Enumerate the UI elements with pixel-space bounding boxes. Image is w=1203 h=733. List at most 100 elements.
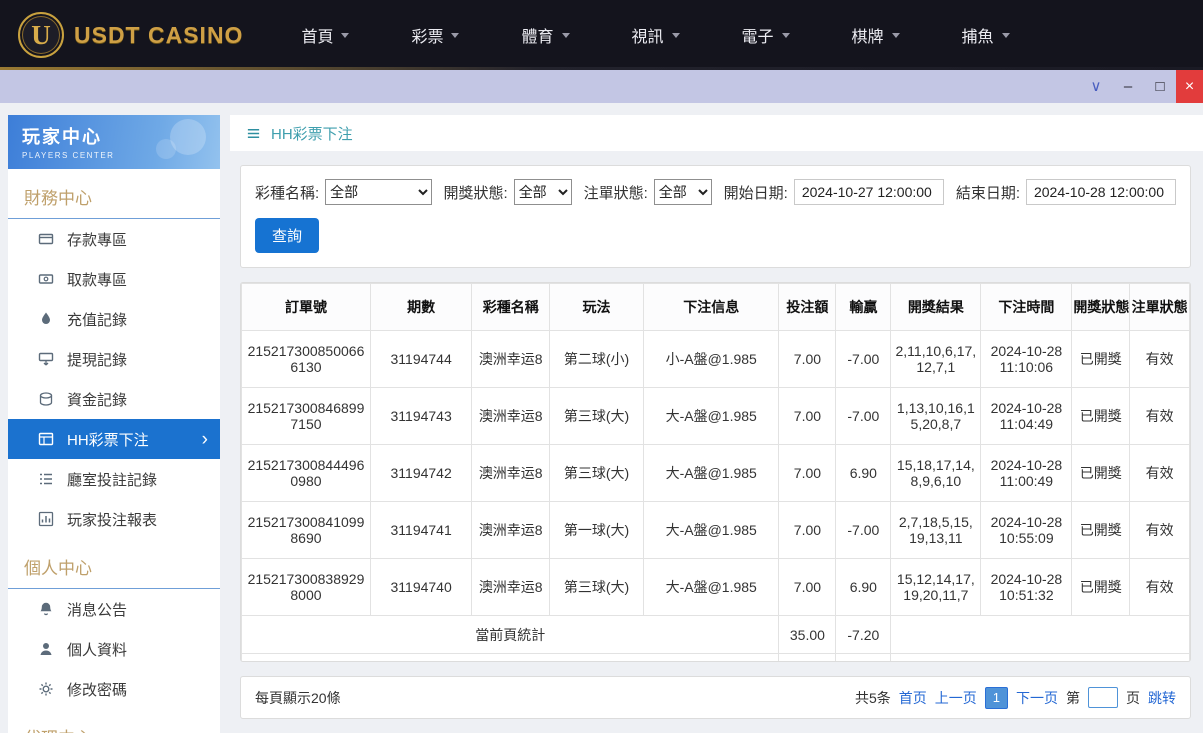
sidebar-item[interactable]: 提現記錄	[8, 339, 220, 379]
column-header: 玩法	[550, 284, 644, 331]
cell-order-no: 2152173008410998690	[242, 502, 371, 559]
summary-amount: 35.00	[779, 654, 836, 663]
sidebar-section-label: 個人中心	[8, 539, 220, 589]
sidebar-title: 玩家中心	[22, 123, 220, 149]
cell-win-loss: -7.00	[836, 502, 891, 559]
table-row: 2152173008410998690 31194741 澳洲幸运8 第一球(大…	[242, 502, 1190, 559]
summary-win-loss: -7.20	[836, 616, 891, 654]
sidebar-item[interactable]: 個人資料	[8, 629, 220, 669]
cell-bet-amount: 7.00	[779, 445, 836, 502]
top-nav: U USDT CASINO 首頁 彩票 體育	[0, 0, 1203, 70]
logo[interactable]: U USDT CASINO	[18, 12, 243, 58]
window-maximize-button[interactable]: □	[1144, 70, 1176, 103]
withdraw-icon	[38, 271, 54, 287]
cell-draw-result: 2,11,10,6,17,12,7,1	[891, 331, 981, 388]
nav-item[interactable]: 視訊	[632, 23, 680, 47]
window-minimize-button[interactable]: –	[1112, 70, 1144, 103]
cell-draw-result: 1,13,10,16,15,20,8,7	[891, 388, 981, 445]
chevron-down-icon	[672, 33, 680, 42]
cell-period: 31194743	[370, 388, 471, 445]
cell-lottery-name: 澳洲幸运8	[472, 559, 550, 616]
cell-bet-time: 2024-10-28 11:00:49	[981, 445, 1072, 502]
pagination-bar: 每頁顯示20條 共5条 首页 上一页 1 下一页 第 页 跳转	[240, 676, 1191, 719]
logo-text: USDT CASINO	[74, 22, 243, 49]
order-status-select[interactable]: 全部	[654, 179, 712, 205]
summary-win-loss: -7.20	[836, 654, 891, 663]
nav-item[interactable]: 首頁	[301, 23, 349, 47]
sidebar-item-label: 廳室投註記錄	[67, 469, 157, 490]
chevron-right-icon: ›	[202, 430, 208, 449]
sidebar-item[interactable]: HH彩票下注 ›	[8, 419, 220, 459]
cell-bet-info: 小-A盤@1.985	[643, 331, 779, 388]
sidebar-header: 玩家中心 PLAYERS CENTER	[8, 115, 220, 169]
sidebar-item[interactable]: 取款專區	[8, 259, 220, 299]
cell-draw-result: 2,7,18,5,15,19,13,11	[891, 502, 981, 559]
window-close-button[interactable]: ×	[1176, 70, 1203, 103]
cell-bet-time: 2024-10-28 10:51:32	[981, 559, 1072, 616]
menu-icon	[246, 126, 261, 141]
table-head: 訂單號 期數 彩種名稱 玩法 下注信息 投注額	[242, 284, 1190, 331]
cell-period: 31194744	[370, 331, 471, 388]
logo-monogram: U	[31, 20, 51, 51]
sidebar-item-label: 資金記錄	[67, 389, 127, 410]
cell-order-no: 2152173008468997150	[242, 388, 371, 445]
summary-empty	[891, 616, 1190, 654]
sidebar-item-label: 存款專區	[67, 229, 127, 250]
sidebar-item[interactable]: 修改密碼	[8, 669, 220, 709]
lottery-name-select[interactable]: 全部	[325, 179, 431, 205]
nav-item-label: 電子	[742, 23, 774, 47]
cell-play: 第二球(小)	[550, 331, 644, 388]
table-row: 2152173008444960980 31194742 澳洲幸运8 第三球(大…	[242, 445, 1190, 502]
window-title-bar: ∨ – □ ×	[0, 70, 1203, 103]
gear-icon	[38, 681, 54, 697]
start-date-input[interactable]	[794, 179, 944, 205]
cell-order-status: 有效	[1130, 502, 1190, 559]
sidebar-item[interactable]: 廳室投註記錄	[8, 459, 220, 499]
sidebar-item[interactable]: 消息公告	[8, 589, 220, 629]
cell-period: 31194741	[370, 502, 471, 559]
filter-row: 彩種名稱: 全部 開獎狀態: 全部 注單狀態: 全部 開始日期: 結束日期:	[255, 179, 1176, 205]
sidebar-item-label: 個人資料	[67, 639, 127, 660]
sidebar: 玩家中心 PLAYERS CENTER 財務中心存款專區取款專區充值記錄提現記錄…	[8, 115, 220, 733]
sidebar-item-label: HH彩票下注	[67, 429, 149, 450]
cell-bet-amount: 7.00	[779, 502, 836, 559]
nav-item[interactable]: 體育	[521, 23, 569, 47]
window-collapse-button[interactable]: ∨	[1080, 70, 1112, 103]
next-page-link[interactable]: 下一页	[1016, 688, 1058, 708]
main-nav: 首頁 彩票 體育 視訊 電子	[301, 23, 1009, 47]
nav-item-label: 視訊	[632, 23, 664, 47]
sidebar-item-label: 消息公告	[67, 599, 127, 620]
sidebar-section-label: 財務中心	[8, 169, 220, 219]
sidebar-menu: 財務中心存款專區取款專區充值記錄提現記錄資金記錄 HH彩票下注 › 廳室投註記錄玩家投…	[8, 169, 220, 733]
bell-icon	[38, 601, 54, 617]
summary-label: 總統計	[242, 654, 779, 663]
column-header: 輸贏	[836, 284, 891, 331]
table-row: 2152173008389298000 31194740 澳洲幸运8 第三球(大…	[242, 559, 1190, 616]
sidebar-item[interactable]: 存款專區	[8, 219, 220, 259]
first-page-link[interactable]: 首页	[899, 688, 927, 708]
nav-item[interactable]: 棋牌	[852, 23, 900, 47]
nav-item[interactable]: 電子	[742, 23, 790, 47]
bets-table-panel: 訂單號 期數 彩種名稱 玩法 下注信息 投注額	[240, 282, 1191, 662]
page-jump-input[interactable]	[1088, 687, 1118, 708]
sidebar-item[interactable]: 玩家投注報表	[8, 499, 220, 539]
nav-item[interactable]: 捕魚	[962, 23, 1010, 47]
cell-bet-info: 大-A盤@1.985	[643, 502, 779, 559]
nav-item[interactable]: 彩票	[411, 23, 459, 47]
cell-bet-time: 2024-10-28 11:10:06	[981, 331, 1072, 388]
sidebar-item[interactable]: 充值記錄	[8, 299, 220, 339]
nav-item-label: 首頁	[301, 23, 333, 47]
cell-bet-time: 2024-10-28 11:04:49	[981, 388, 1072, 445]
cell-bet-amount: 7.00	[779, 388, 836, 445]
prev-page-link[interactable]: 上一页	[935, 688, 977, 708]
jump-button[interactable]: 跳转	[1148, 688, 1176, 708]
cell-draw-status: 已開獎	[1072, 331, 1130, 388]
cell-win-loss: 6.90	[836, 559, 891, 616]
table-summary: 當前頁統計 35.00 -7.20 總統計 35.00 -7.20	[242, 616, 1190, 663]
sidebar-item[interactable]: 資金記錄	[8, 379, 220, 419]
column-header: 開獎結果	[891, 284, 981, 331]
order-status-label: 注單狀態:	[584, 182, 648, 203]
draw-status-select[interactable]: 全部	[514, 179, 572, 205]
end-date-input[interactable]	[1026, 179, 1176, 205]
search-button[interactable]: 查詢	[255, 218, 319, 253]
